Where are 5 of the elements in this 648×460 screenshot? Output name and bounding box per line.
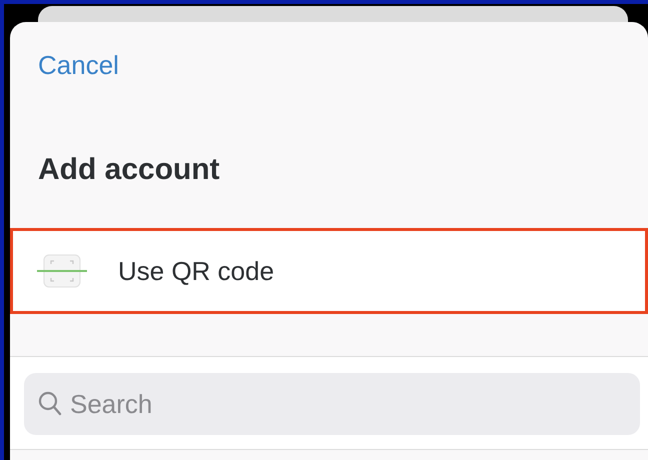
search-field[interactable]: Search bbox=[24, 373, 640, 435]
sheet-title: Add account bbox=[38, 153, 221, 187]
qr-code-option[interactable]: Use QR code bbox=[10, 228, 648, 314]
cancel-button[interactable]: Cancel bbox=[38, 50, 119, 81]
qr-scan-icon bbox=[36, 254, 88, 288]
